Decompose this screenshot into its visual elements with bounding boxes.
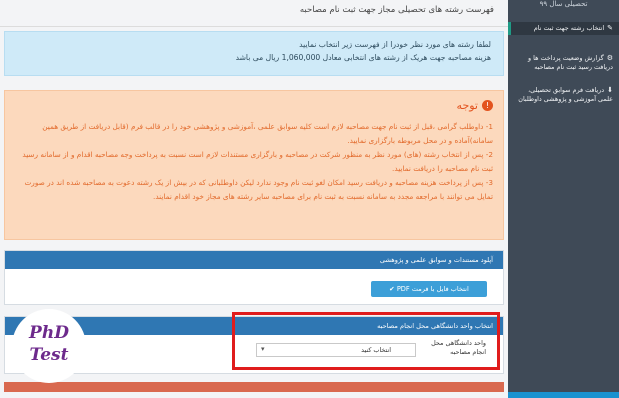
gear-icon: ⚙ xyxy=(606,54,613,62)
select-value: انتخاب کنید xyxy=(361,346,391,354)
warning-title-text: توجه xyxy=(456,99,478,112)
warning-title: ! توجه xyxy=(17,99,493,112)
title-divider xyxy=(0,26,508,27)
info-line-select: لطفا رشته های مورد نظر خودرا از فهرست زی… xyxy=(299,40,491,49)
warning-item-1: 1- داوطلب گرامی ،قبل از ثبت نام جهت مصاح… xyxy=(42,122,493,145)
chevron-down-icon: ▾ xyxy=(261,345,265,353)
warning-item-3: 3- پس از پرداخت هزینه مصاحبه و دریافت رس… xyxy=(24,178,493,201)
warning-item-2: 2- پس از انتخاب رشته (های) مورد نظر به م… xyxy=(22,150,493,173)
bottom-panel-edge xyxy=(4,382,504,392)
phd-test-logo: PhD Test xyxy=(12,309,86,383)
choose-pdf-button[interactable]: انتخاب فایل با فرمت PDF ✔ xyxy=(371,281,487,297)
main-content: فهرست رشته های تحصیلی مجاز جهت ثبت نام م… xyxy=(0,0,508,398)
warning-box: ! توجه 1- داوطلب گرامی ،قبل از ثبت نام جه… xyxy=(4,90,504,240)
sidebar-item-label: دریافت فرم سوابق تحصیلی، علمی آموزشی و پ… xyxy=(518,86,613,103)
sidebar: تحصیلی سال ۹۹ ✎انتخاب رشته جهت ثبت نام ⚙… xyxy=(508,0,619,392)
page-title: فهرست رشته های تحصیلی مجاز جهت ثبت نام م… xyxy=(299,5,494,15)
upload-panel-header: آپلود مستندات و سوابق علمی و پژوهشی xyxy=(5,251,503,269)
sidebar-top-text: تحصیلی سال ۹۹ xyxy=(539,0,588,8)
unit-field-label-line2: انجام مصاحبه xyxy=(450,348,486,356)
sidebar-item-label: انتخاب رشته جهت ثبت نام xyxy=(533,24,605,32)
logo-line-1: PhD xyxy=(29,323,69,343)
university-unit-select[interactable]: انتخاب کنید ▾ xyxy=(256,343,416,357)
edit-icon: ✎ xyxy=(607,24,613,32)
upload-panel: آپلود مستندات و سوابق علمی و پژوهشی انتخ… xyxy=(4,250,504,305)
unit-field-label: واحد دانشگاهی محل انجام مصاحبه xyxy=(431,339,486,357)
sidebar-item-payment-report[interactable]: ⚙گزارش وضعیت پرداخت ها و دریافت رسید ثبت… xyxy=(508,52,619,74)
info-line-fee: هزینه مصاحبه جهت هریک از رشته های انتخاب… xyxy=(235,53,491,62)
sidebar-item-label: گزارش وضعیت پرداخت ها و دریافت رسید ثبت … xyxy=(528,54,613,71)
info-circle-icon: ! xyxy=(482,100,493,111)
unit-field-label-line1: واحد دانشگاهی محل xyxy=(431,339,486,347)
logo-line-2: Test xyxy=(29,345,69,365)
download-icon: ⬇ xyxy=(607,86,613,94)
check-icon: ✔ xyxy=(389,285,395,293)
info-box: لطفا رشته های مورد نظر خودرا از فهرست زی… xyxy=(4,31,504,76)
sidebar-item-select-major[interactable]: ✎انتخاب رشته جهت ثبت نام xyxy=(508,22,619,35)
choose-pdf-label: انتخاب فایل با فرمت PDF xyxy=(396,285,469,293)
sidebar-item-download-form[interactable]: ⬇دریافت فرم سوابق تحصیلی، علمی آموزشی و … xyxy=(508,84,619,106)
